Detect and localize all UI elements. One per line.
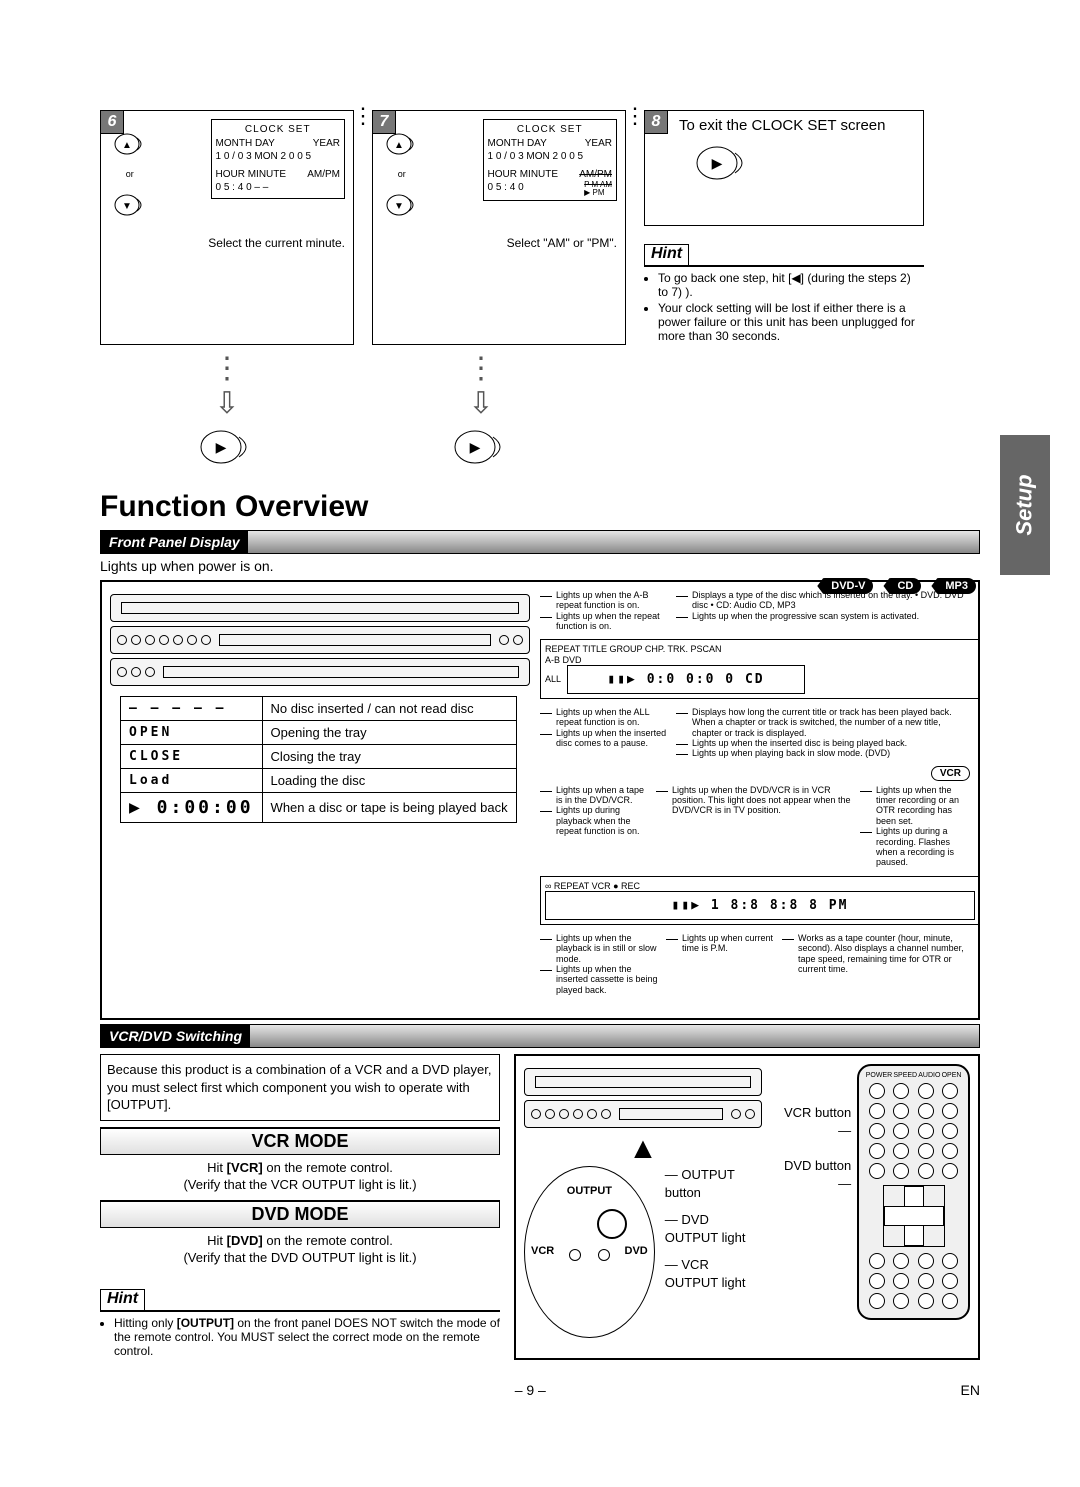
svg-text:▲: ▲ <box>394 140 404 151</box>
hint-label: Hint <box>644 244 689 267</box>
badge-mp3: MP3 <box>931 578 976 594</box>
manual-page: Setup 6 ▲ or ▼ CLOCK SET MONTH DAYYEAR <box>100 0 980 1398</box>
page-number: – 9 – <box>515 1382 546 1398</box>
hint-text: To go back one step, hit [◀] (during the… <box>644 271 924 343</box>
left-column: – – – – –No disc inserted / can not read… <box>110 590 530 995</box>
front-output-panel: OUTPUT VCR DVD <box>524 1166 655 1338</box>
table-row: ▶ 0:00:00When a disc or tape is being pl… <box>121 793 517 823</box>
clock-set-osd: CLOCK SET MONTH DAYYEAR 1 0 / 0 3 MON 2 … <box>211 119 346 199</box>
vcr-segment-display: ∞ REPEAT VCR ● REC ▮▮▶ 1 8:8 8:8 8 PM <box>540 876 980 925</box>
nav-right-icon: ▶ <box>100 427 354 472</box>
dvd-mode-header: DVD MODE <box>100 1200 500 1228</box>
remote-illustration: POWERSPEEDAUDIOOPEN <box>857 1064 970 1320</box>
table-row: – – – – –No disc inserted / can not read… <box>121 697 517 721</box>
output-button-icon <box>597 1209 627 1239</box>
badge-dvd: DVD-V <box>817 578 873 594</box>
nav-right-icon: ▶ <box>693 143 915 186</box>
leader-arrow-icon: ▲ <box>524 1132 762 1166</box>
svg-text:▼: ▼ <box>394 201 404 212</box>
vcr-badge: VCR <box>931 766 970 781</box>
step-7: 7 ▲ or ▼ CLOCK SET MONTH DAYYEAR 1 0 / 0… <box>372 110 626 345</box>
dots-divider-icon <box>352 110 374 128</box>
or-label: or <box>126 169 134 180</box>
step-number: 7 <box>372 110 396 134</box>
step-7-caption: Select "AM" or "PM". <box>381 236 617 250</box>
step-6: 6 ▲ or ▼ CLOCK SET MONTH DAYYEAR 1 0 / 0… <box>100 110 354 345</box>
svg-text:▲: ▲ <box>122 140 132 151</box>
arrow-down-icon: ⋮⇩ <box>354 351 608 421</box>
step-8: 8 To exit the CLOCK SET screen ▶ <box>644 110 924 226</box>
page-title: Function Overview <box>100 490 980 524</box>
nav-down-icon: ▼ <box>385 180 419 230</box>
front-panel-box: DVD-V CD MP3 <box>100 580 980 1020</box>
dvd-display-block: Lights up when the A-B repeat function i… <box>540 590 970 759</box>
table-row: LoadLoading the disc <box>121 769 517 793</box>
page-footer: – 9 – EN <box>100 1382 980 1398</box>
remote-dpad[interactable] <box>883 1185 945 1247</box>
vcr-mode-header: VCR MODE <box>100 1127 500 1155</box>
badge-cd: CD <box>883 578 921 594</box>
display-state-table: – – – – –No disc inserted / can not read… <box>120 696 517 823</box>
dvd-segment-display: REPEAT TITLE GROUP CHP. TRK. PSCAN A-B D… <box>540 639 980 699</box>
svg-text:▶: ▶ <box>470 439 481 455</box>
arrow-down-icon: ⋮⇩ <box>100 351 354 421</box>
side-tab-label: Setup <box>1012 474 1038 535</box>
clock-set-osd: CLOCK SET MONTH DAYYEAR 1 0 / 0 3 MON 2 … <box>483 119 618 201</box>
nav-right-icon: ▶ <box>354 427 608 472</box>
switch-intro-box: Because this product is a combination of… <box>100 1054 500 1121</box>
format-badges: DVD-V CD MP3 <box>813 578 976 594</box>
dots-divider-icon <box>624 110 646 128</box>
unit-illustration-2 <box>524 1068 762 1128</box>
unit-illustration <box>110 594 530 686</box>
clock-set-steps-row: 6 ▲ or ▼ CLOCK SET MONTH DAYYEAR 1 0 / 0… <box>100 110 980 345</box>
switch-illustration: ▲ OUTPUT VCR DVD — OUTPUT button — <box>514 1054 980 1360</box>
table-row: OPENOpening the tray <box>121 721 517 745</box>
remote-vcr-button[interactable] <box>869 1143 885 1159</box>
step-8-text: To exit the CLOCK SET screen <box>679 117 915 135</box>
section-front-panel: Front Panel Display <box>100 530 980 554</box>
svg-text:▼: ▼ <box>122 201 132 212</box>
step-8-and-hint: 8 To exit the CLOCK SET screen ▶ Hint To… <box>644 110 924 345</box>
nav-down-icon: ▼ <box>113 180 147 230</box>
hint-label: Hint <box>100 1289 145 1312</box>
step-6-caption: Select the current minute. <box>109 236 345 250</box>
step-number: 6 <box>100 110 124 134</box>
table-row: CLOSEClosing the tray <box>121 745 517 769</box>
vcr-led-icon <box>569 1249 581 1261</box>
or-label: or <box>398 169 406 180</box>
step-number: 8 <box>644 110 668 134</box>
switch-left: Because this product is a combination of… <box>100 1054 500 1360</box>
dvd-led-icon <box>598 1249 610 1261</box>
front-power-caption: Lights up when power is on. <box>100 558 980 574</box>
right-column: Lights up when the A-B repeat function i… <box>540 590 970 995</box>
section-side-tab: Setup <box>1000 435 1050 575</box>
remote-dvd-button[interactable] <box>869 1163 885 1179</box>
lang-code: EN <box>961 1382 980 1398</box>
svg-text:▶: ▶ <box>216 439 227 455</box>
section-vcr-dvd-switch: VCR/DVD Switching <box>100 1024 980 1048</box>
vcr-display-block: Lights up when a tape is in the DVD/VCR.… <box>540 785 970 995</box>
svg-text:▶: ▶ <box>712 155 723 171</box>
